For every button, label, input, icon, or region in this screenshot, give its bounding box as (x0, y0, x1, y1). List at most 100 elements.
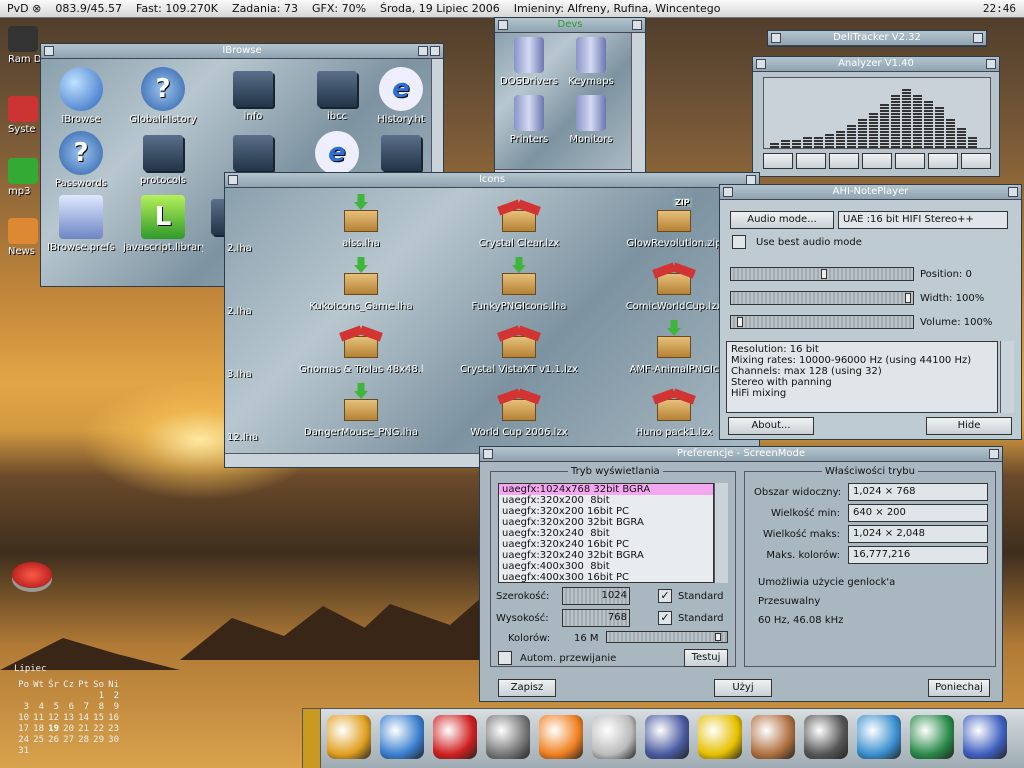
calendar-day[interactable]: 11 (29, 713, 44, 724)
archive-icon[interactable]: World Cup 2006.lzx (457, 381, 581, 438)
zoom-gadget[interactable] (986, 59, 996, 69)
close-gadget[interactable] (483, 449, 493, 459)
close-gadget[interactable] (228, 175, 238, 185)
calendar-day[interactable]: 14 (74, 713, 89, 724)
ibrowse-icon[interactable]: e History.ht (361, 67, 441, 125)
calendar-day[interactable] (44, 691, 59, 702)
analyzer-titlebar[interactable]: Analyzer V1.40 (753, 57, 999, 72)
height-input[interactable]: 768 (562, 609, 630, 627)
devs-icon[interactable]: Printers (497, 95, 561, 145)
calendar-day[interactable]: 28 (74, 735, 89, 746)
mode-list-item[interactable]: uaegfx:400x300 8bit (499, 561, 713, 572)
calendar-day[interactable]: 30 (104, 735, 119, 746)
disc-icon[interactable] (592, 715, 636, 759)
calendar-day[interactable]: 23 (104, 724, 119, 735)
calendar-day[interactable] (104, 746, 119, 757)
archive-icon[interactable]: KukoIcons_Game.lha (299, 255, 423, 312)
analyzer-mode-button[interactable] (796, 153, 826, 169)
spider-icon[interactable] (433, 715, 477, 759)
archive-icon[interactable]: ZIP GlowRevolution.zip (615, 192, 733, 249)
mode-list-item[interactable]: uaegfx:1024x768 32bit BGRA (499, 484, 713, 495)
calendar-day[interactable] (14, 691, 29, 702)
calendar-day[interactable]: 3 (14, 702, 29, 713)
ibrowse-icon[interactable]: IBrowse (41, 67, 121, 125)
calendar-day[interactable]: 2 (104, 691, 119, 702)
calendar-day[interactable]: 5 (44, 702, 59, 713)
ibrowse-icon[interactable]: info (213, 67, 293, 122)
zoom-gadget[interactable] (1008, 187, 1018, 197)
gauge-icon[interactable] (327, 715, 371, 759)
calendar-day[interactable]: 18 (29, 724, 44, 735)
close-gadget[interactable] (771, 33, 781, 43)
archive-icon[interactable]: ComicWorldCup.lzx (615, 255, 733, 312)
close-gadget[interactable] (723, 187, 733, 197)
hide-button[interactable]: Hide (926, 417, 1012, 435)
calendar-day[interactable]: 19 (44, 724, 59, 735)
calendar-day[interactable]: 6 (59, 702, 74, 713)
close-gadget[interactable] (498, 20, 508, 30)
ibrowse-titlebar[interactable]: IBrowse (41, 44, 443, 59)
terminal-icon[interactable] (486, 715, 530, 759)
delitracker-titlebar[interactable]: DeliTracker V2.32 (768, 31, 986, 46)
analyzer-mode-button[interactable] (763, 153, 793, 169)
calendar-day[interactable]: 29 (89, 735, 104, 746)
calendar-day[interactable]: 4 (29, 702, 44, 713)
analyzer-mode-button[interactable] (862, 153, 892, 169)
width-standard-checkbox[interactable]: ✓ (658, 589, 672, 603)
calendar-day[interactable]: 24 (14, 735, 29, 746)
archive-icon[interactable]: Crystal VistaXT v1.1.lzx (457, 318, 581, 375)
mode-list-item[interactable]: uaegfx:320x200 16bit PC (499, 506, 713, 517)
zoom-gadget[interactable] (989, 449, 999, 459)
analyzer-mode-button[interactable] (961, 153, 991, 169)
archive-icon[interactable]: Gnomas & Trolas 48x48.lzx (299, 318, 423, 375)
zoom-gadget[interactable] (973, 33, 983, 43)
position-slider[interactable] (730, 267, 914, 281)
depth-gadget[interactable] (418, 46, 428, 56)
calendar-day[interactable]: 1 (89, 691, 104, 702)
save-button[interactable]: Zapisz (498, 679, 556, 697)
ibrowse-icon[interactable]: IBrowse.prefs (41, 195, 121, 253)
red-button-icon[interactable] (12, 562, 52, 588)
mode-list-item[interactable]: uaegfx:320x240 16bit PC (499, 539, 713, 550)
close-gadget[interactable] (44, 46, 54, 56)
calendar-day[interactable]: 13 (59, 713, 74, 724)
use-button[interactable]: Użyj (714, 679, 772, 697)
music-icon[interactable] (910, 715, 954, 759)
analyzer-mode-button[interactable] (928, 153, 958, 169)
calendar-day[interactable]: 22 (89, 724, 104, 735)
colors-slider[interactable] (606, 631, 728, 643)
calendar-day[interactable] (29, 746, 44, 757)
autoscroll-checkbox[interactable] (498, 651, 512, 665)
brush-icon[interactable] (751, 715, 795, 759)
tools-icon[interactable] (963, 715, 1007, 759)
chat-user-icon[interactable] (857, 715, 901, 759)
calendar-day[interactable] (29, 691, 44, 702)
calendar-day[interactable] (89, 746, 104, 757)
calendar-day[interactable]: 10 (14, 713, 29, 724)
archive-icon[interactable]: AMF-AnimalPNGIc (615, 318, 733, 375)
archive-icon[interactable]: FunkyPNGIcons.lha (457, 255, 581, 312)
height-standard-checkbox[interactable]: ✓ (658, 611, 672, 625)
calendar-day[interactable]: 27 (59, 735, 74, 746)
calendar-day[interactable]: 16 (104, 713, 119, 724)
calendar-day[interactable] (74, 691, 89, 702)
icons-titlebar[interactable]: Icons (225, 173, 759, 188)
calendar-day[interactable] (74, 746, 89, 757)
calendar-day[interactable] (59, 691, 74, 702)
calendar-day[interactable] (59, 746, 74, 757)
devs-titlebar[interactable]: Devs (495, 18, 645, 33)
volume-slider[interactable] (730, 315, 914, 329)
calendar-day[interactable]: 15 (89, 713, 104, 724)
test-button[interactable]: Testuj (684, 649, 728, 667)
mode-list-item[interactable]: uaegfx:320x200 8bit (499, 495, 713, 506)
zoom-gadget[interactable] (632, 20, 642, 30)
mode-list-item[interactable]: uaegfx:320x240 8bit (499, 528, 713, 539)
ibrowse-icon[interactable]: protocols (123, 131, 203, 186)
mode-list-scrollbar[interactable] (714, 483, 728, 583)
robot-icon[interactable] (645, 715, 689, 759)
mode-list-item[interactable]: uaegfx:400x300 16bit PC (499, 572, 713, 582)
audio-info-scrollbar[interactable] (1000, 341, 1014, 413)
mode-list[interactable]: uaegfx:1024x768 32bit BGRA uaegfx:320x200… (498, 483, 714, 583)
archive-icon[interactable]: aiss.lha (299, 192, 423, 249)
calendar-day[interactable]: 7 (74, 702, 89, 713)
